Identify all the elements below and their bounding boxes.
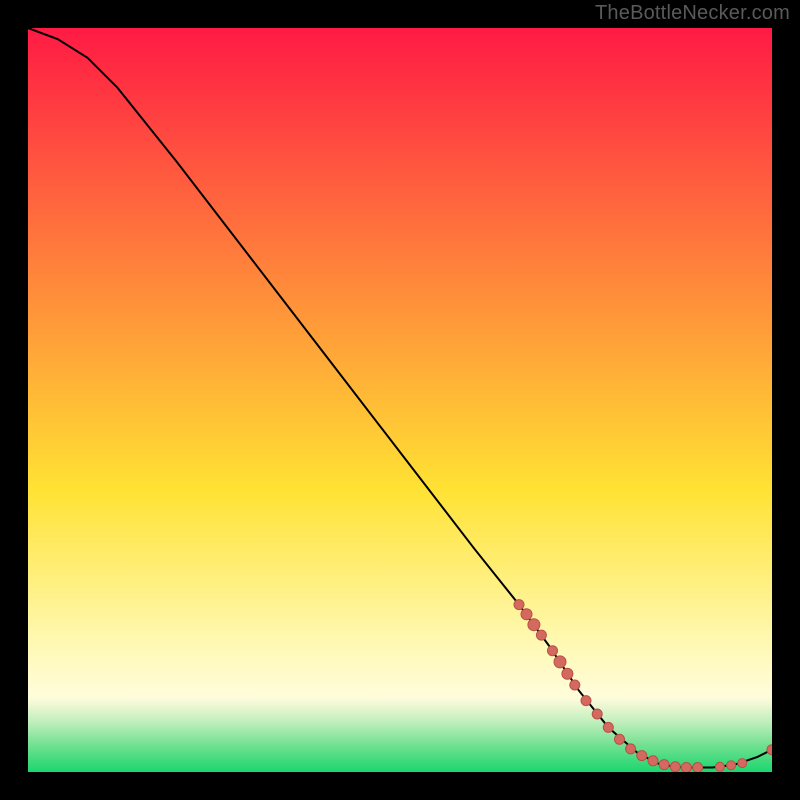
data-marker (681, 763, 691, 773)
data-marker (670, 762, 680, 772)
data-marker (637, 751, 647, 761)
data-marker (659, 760, 669, 770)
data-marker (615, 734, 625, 744)
data-marker (570, 680, 580, 690)
data-marker (767, 745, 772, 755)
data-marker (536, 630, 546, 640)
data-marker (592, 709, 602, 719)
attribution-label: TheBottleNecker.com (595, 2, 790, 25)
data-marker (562, 668, 573, 679)
data-marker (528, 619, 540, 631)
data-marker (727, 761, 736, 770)
data-marker (521, 609, 532, 620)
data-marker (548, 646, 558, 656)
data-marker (648, 756, 658, 766)
data-marker (715, 762, 724, 771)
curve-layer (28, 28, 772, 772)
plot-area (28, 28, 772, 772)
bottleneck-curve (28, 28, 772, 768)
marker-group (514, 600, 772, 772)
data-marker (738, 759, 747, 768)
data-marker (603, 722, 613, 732)
data-marker (554, 656, 566, 668)
data-marker (581, 696, 591, 706)
data-marker (626, 744, 636, 754)
chart-container: TheBottleNecker.com (0, 0, 800, 800)
data-marker (693, 763, 703, 773)
data-marker (514, 600, 524, 610)
